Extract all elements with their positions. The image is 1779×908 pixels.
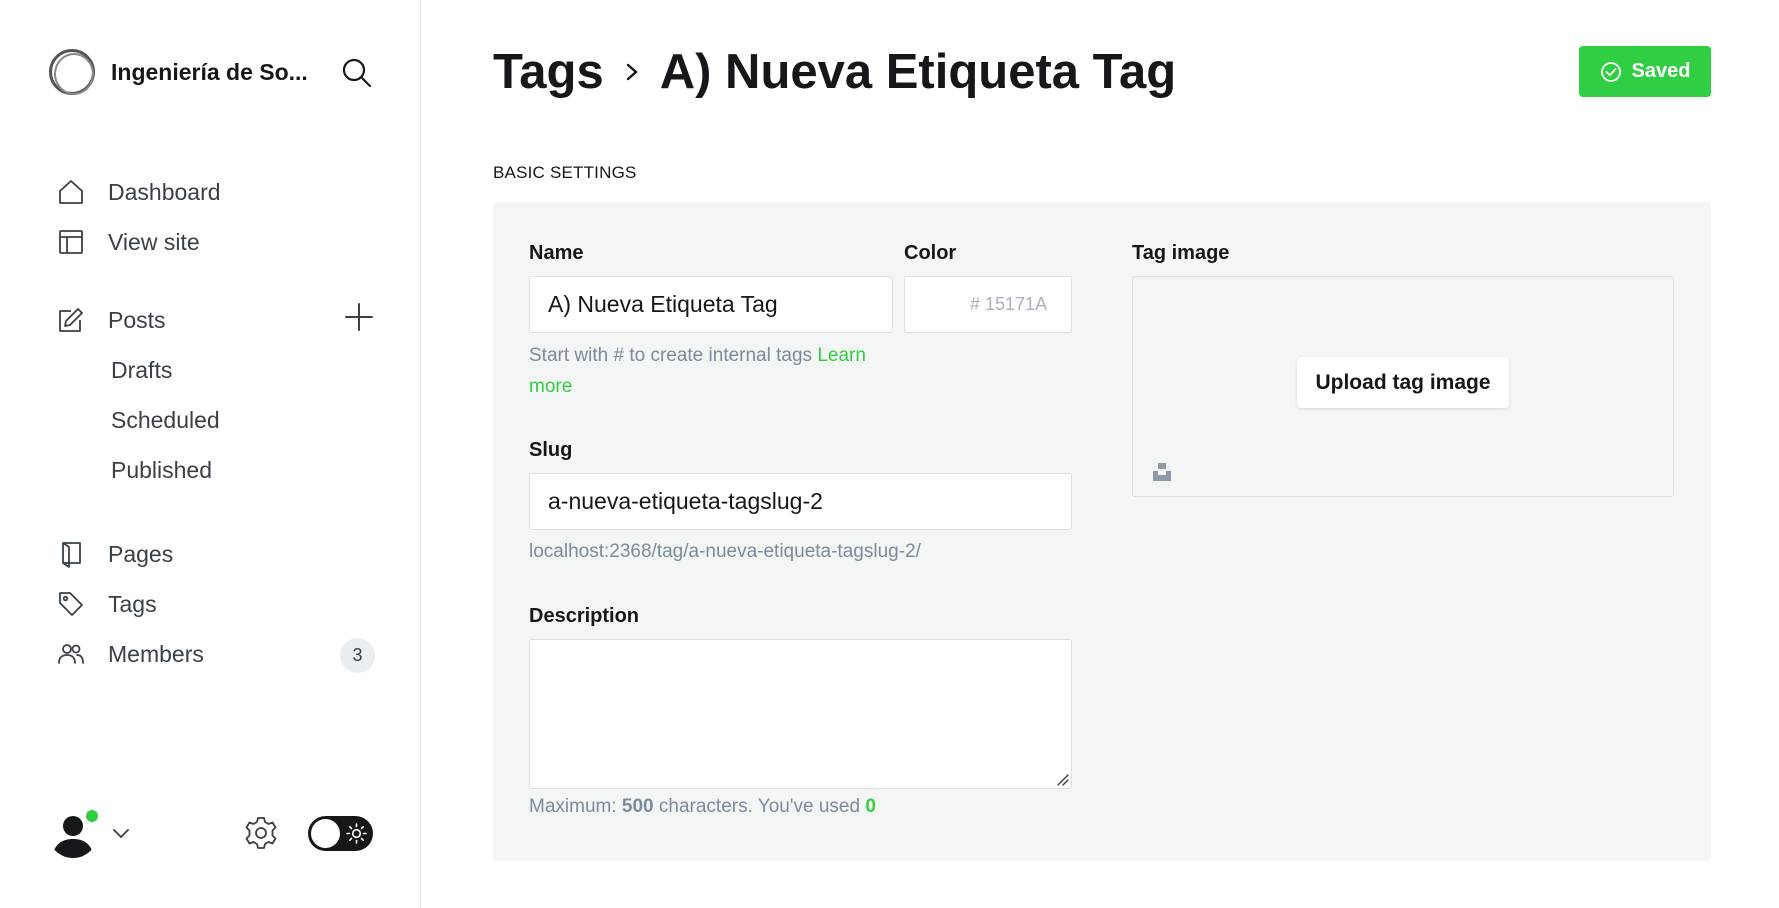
counter-used: 0 [865, 796, 876, 817]
page-title: Tags A) Nueva Etiqueta Tag [493, 44, 1176, 100]
upload-tag-image-button[interactable]: Upload tag image [1297, 357, 1509, 408]
name-input[interactable]: A) Nueva Etiqueta Tag [529, 276, 893, 333]
saved-button[interactable]: Saved [1579, 46, 1711, 97]
counter-max: 500 [621, 796, 654, 817]
slug-url-preview: localhost:2368/tag/a-nueva-etiqueta-tags… [529, 541, 921, 562]
check-circle-icon [1600, 61, 1621, 82]
edit-icon [56, 305, 86, 335]
color-label: Color [904, 242, 957, 264]
tag-icon [56, 589, 86, 619]
nav-posts[interactable]: Posts [56, 300, 166, 340]
breadcrumb-tags[interactable]: Tags [493, 44, 604, 100]
section-title: BASIC SETTINGS [493, 163, 637, 182]
nav-published[interactable]: Published [111, 450, 212, 490]
theme-toggle-knob [311, 819, 340, 848]
unsplash-icon[interactable] [1151, 461, 1173, 483]
breadcrumb-current: A) Nueva Etiqueta Tag [659, 45, 1177, 99]
nav-pages[interactable]: Pages [56, 534, 173, 574]
tag-image-label: Tag image [1132, 242, 1230, 264]
slug-input[interactable]: a-nueva-etiqueta-tagslug-2 [529, 473, 1072, 530]
new-post-plus-icon[interactable] [344, 302, 374, 332]
members-icon [56, 639, 86, 669]
description-label: Description [529, 605, 640, 627]
name-hint: Start with # to create internal tags Lea… [529, 340, 893, 402]
nav-dashboard-label: Dashboard [108, 178, 221, 205]
color-swatch[interactable] [904, 276, 961, 333]
color-hex-input[interactable]: # 15171A [960, 276, 1072, 333]
saved-label: Saved [1631, 60, 1691, 82]
slug-label: Slug [529, 439, 573, 461]
sun-icon [346, 823, 367, 844]
nav-members[interactable]: Members [56, 634, 204, 674]
nav-view-site-label: View site [108, 228, 200, 255]
chevron-right-icon [622, 62, 642, 82]
site-brand[interactable]: Ingeniería de So... [49, 48, 308, 96]
theme-toggle[interactable] [308, 816, 373, 851]
nav-drafts[interactable]: Drafts [111, 350, 172, 390]
character-counter: Maximum: 500 characters. You've used 0 [529, 796, 876, 818]
gear-icon[interactable] [243, 815, 279, 851]
nav-pages-label: Pages [108, 540, 174, 567]
nav-posts-label: Posts [108, 306, 166, 333]
nav-members-label: Members [108, 640, 204, 667]
resize-handle-icon[interactable] [1055, 772, 1069, 786]
layout-icon [56, 227, 86, 257]
nav-tags-label: Tags [108, 590, 157, 617]
search-icon[interactable] [340, 56, 374, 90]
name-label: Name [529, 242, 584, 264]
counter-prefix: Maximum: [529, 796, 622, 817]
home-icon [56, 177, 86, 207]
counter-middle: characters. You've used [653, 796, 866, 817]
sidebar: Ingeniería de So... Dashboard View site … [0, 0, 421, 908]
members-count-badge: 3 [340, 638, 375, 673]
nav-scheduled[interactable]: Scheduled [111, 400, 220, 440]
nav-dashboard[interactable]: Dashboard [56, 172, 221, 212]
nav-tags[interactable]: Tags [56, 584, 157, 624]
site-name: Ingeniería de So... [111, 58, 308, 85]
online-status-dot [84, 808, 100, 824]
name-hint-text: Start with # to create internal tags [529, 345, 818, 366]
nav-view-site[interactable]: View site [56, 222, 200, 262]
page-icon [56, 539, 86, 569]
description-textarea[interactable] [529, 639, 1072, 789]
site-logo-icon [49, 49, 95, 95]
chevron-down-icon[interactable] [110, 822, 132, 844]
